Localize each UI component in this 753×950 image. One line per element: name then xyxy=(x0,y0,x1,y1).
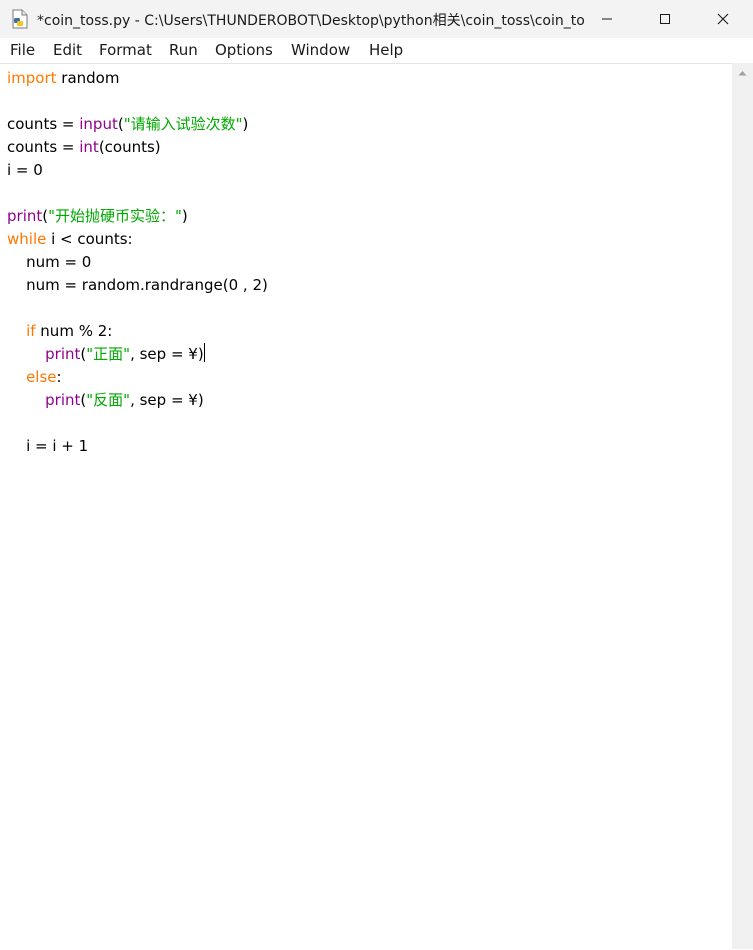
code-line[interactable] xyxy=(7,297,268,320)
menu-bar: File Edit Format Run Options Window Help xyxy=(0,38,753,63)
code-line[interactable]: if num % 2: xyxy=(7,320,268,343)
code-keyword: else xyxy=(26,368,57,386)
arrow-up-icon xyxy=(738,71,747,76)
maximize-icon xyxy=(660,14,670,24)
code-token: random xyxy=(56,69,120,87)
code-keyword: if xyxy=(26,322,36,340)
code-keyword: import xyxy=(7,69,57,87)
code-line[interactable]: while i < counts: xyxy=(7,228,268,251)
code-line[interactable]: num = 0 xyxy=(7,251,268,274)
code-token: , sep = ¥) xyxy=(130,345,204,363)
code-line[interactable]: else: xyxy=(7,366,268,389)
code-token: counts = xyxy=(7,138,80,156)
code-line[interactable]: i = 0 xyxy=(7,159,268,182)
code-token: counts = xyxy=(7,115,80,133)
code-line[interactable]: print("正面", sep = ¥) xyxy=(7,343,268,366)
close-button[interactable] xyxy=(694,0,752,38)
code-token: num % 2: xyxy=(35,322,113,340)
code-line[interactable] xyxy=(7,412,268,435)
code-string: "请输入试验次数" xyxy=(123,115,243,133)
code-string: "开始抛硬币实验：" xyxy=(48,207,182,225)
menu-file[interactable]: File xyxy=(10,41,35,59)
code-line[interactable]: i = i + 1 xyxy=(7,435,268,458)
code-token: (counts) xyxy=(98,138,161,156)
minimize-icon xyxy=(602,18,612,20)
code-token: i < counts: xyxy=(46,230,133,248)
code-line[interactable]: counts = int(counts) xyxy=(7,136,268,159)
code-editor[interactable]: import random counts = input("请输入试验次数") co… xyxy=(0,63,732,950)
code-builtin: print xyxy=(45,391,81,409)
code-line[interactable]: counts = input("请输入试验次数") xyxy=(7,113,268,136)
maximize-button[interactable] xyxy=(636,0,694,38)
code-string: "正面" xyxy=(86,345,131,363)
code-string: "反面" xyxy=(86,391,131,409)
code-token: num = 0 xyxy=(7,253,92,271)
code-token: : xyxy=(56,368,62,386)
code-line[interactable]: import random xyxy=(7,67,268,90)
text-cursor xyxy=(203,343,205,362)
close-icon xyxy=(717,13,729,25)
code-token: num = random.randrange(0 , 2) xyxy=(7,276,268,294)
code-builtin: print xyxy=(45,345,81,363)
code-builtin: print xyxy=(7,207,43,225)
vertical-scrollbar[interactable] xyxy=(732,63,753,949)
code-builtin: input xyxy=(79,115,118,133)
code-keyword: while xyxy=(7,230,47,248)
code-line[interactable]: print("反面", sep = ¥) xyxy=(7,389,268,412)
menu-help[interactable]: Help xyxy=(369,41,403,59)
menu-run[interactable]: Run xyxy=(169,41,198,59)
title-bar[interactable]: *coin_toss.py - C:\Users\THUNDEROBOT\Des… xyxy=(0,0,753,38)
python-file-icon xyxy=(10,9,30,29)
code-token: i = 0 xyxy=(7,161,43,179)
code-text[interactable]: import random counts = input("请输入试验次数") co… xyxy=(7,67,268,458)
scroll-up-button[interactable] xyxy=(732,63,753,83)
menu-format[interactable]: Format xyxy=(99,41,152,59)
code-line[interactable] xyxy=(7,182,268,205)
code-token: ) xyxy=(181,207,188,225)
code-token: , sep = ¥) xyxy=(130,391,204,409)
menu-edit[interactable]: Edit xyxy=(53,41,82,59)
minimize-button[interactable] xyxy=(578,0,636,38)
code-line[interactable] xyxy=(7,90,268,113)
code-builtin: int xyxy=(79,138,99,156)
code-token: i = i + 1 xyxy=(7,437,89,455)
code-line[interactable]: num = random.randrange(0 , 2) xyxy=(7,274,268,297)
window-title: *coin_toss.py - C:\Users\THUNDEROBOT\Des… xyxy=(37,13,585,29)
menu-options[interactable]: Options xyxy=(215,41,273,59)
code-token: ) xyxy=(242,115,249,133)
code-line[interactable]: print("开始抛硬币实验：") xyxy=(7,205,268,228)
menu-window[interactable]: Window xyxy=(291,41,350,59)
